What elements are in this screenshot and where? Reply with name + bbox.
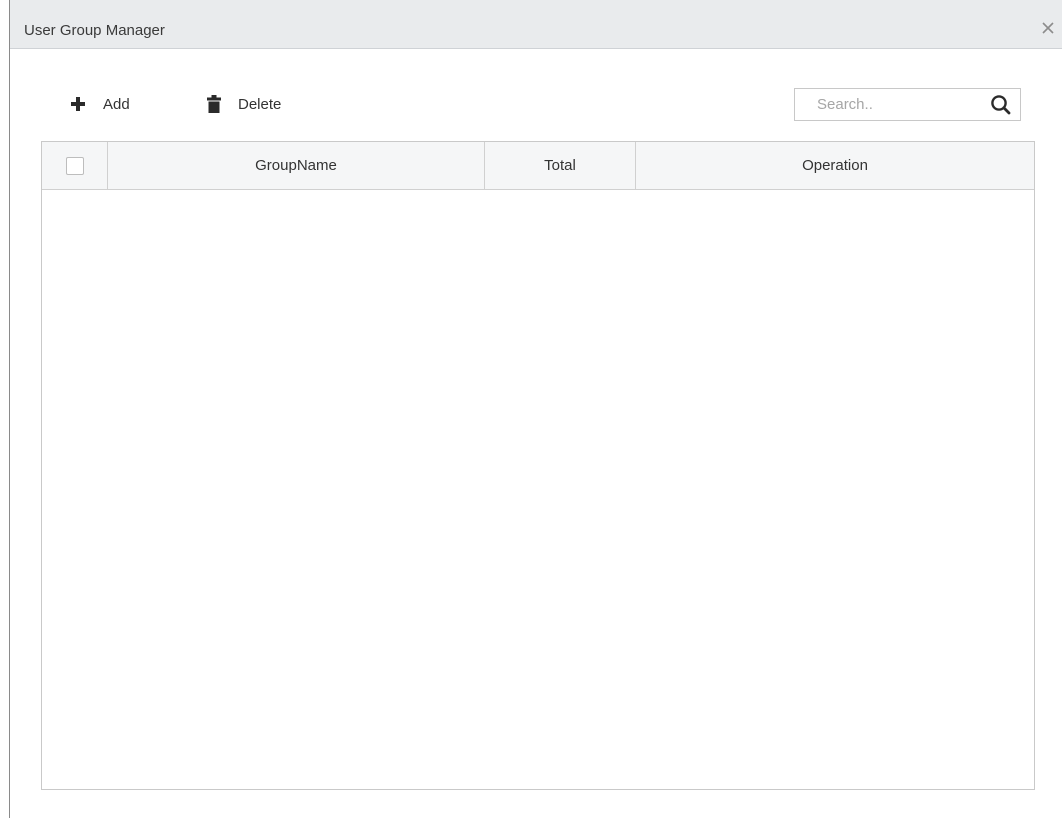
column-header-groupname[interactable]: GroupName <box>108 142 485 189</box>
table-header: GroupName Total Operation <box>42 142 1034 190</box>
delete-button[interactable]: Delete <box>207 92 281 116</box>
user-group-manager-dialog: User Group Manager Add Delete Search.. G… <box>9 0 1062 818</box>
dialog-title: User Group Manager <box>24 22 165 39</box>
dialog-titlebar: User Group Manager <box>10 0 1062 49</box>
select-all-checkbox[interactable] <box>65 156 84 175</box>
close-icon[interactable] <box>1040 20 1056 36</box>
search-input[interactable] <box>795 89 975 120</box>
group-table: GroupName Total Operation <box>41 141 1035 790</box>
add-button[interactable]: Add <box>69 92 130 116</box>
add-button-label: Add <box>103 95 130 113</box>
search-box <box>794 88 1021 121</box>
column-header-operation[interactable]: Operation <box>636 142 1034 189</box>
plus-icon <box>71 97 85 111</box>
search-icon[interactable] <box>990 94 1011 115</box>
delete-button-label: Delete <box>238 95 282 113</box>
column-header-total[interactable]: Total <box>485 142 636 189</box>
trash-icon <box>207 95 221 113</box>
table-body <box>42 190 1034 789</box>
select-all-cell <box>42 142 108 189</box>
